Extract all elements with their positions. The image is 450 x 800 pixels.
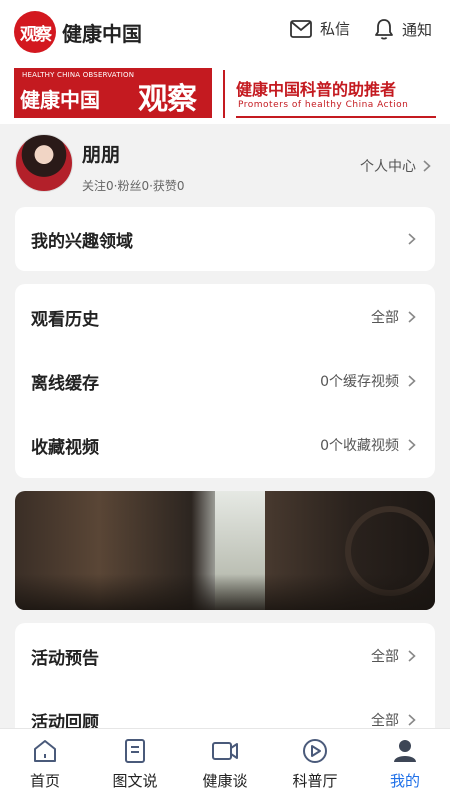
play-circle-icon: [303, 739, 327, 763]
event-preview-label: 活动预告: [31, 648, 99, 669]
avatar[interactable]: [15, 134, 73, 192]
user-icon: [394, 740, 416, 762]
chevron-right-icon: [408, 311, 416, 323]
nav-science-hall-label: 科普厅: [292, 772, 338, 790]
mail-icon: [290, 19, 312, 38]
app-logo: 观察: [14, 11, 56, 53]
document-icon: [125, 739, 145, 763]
nav-mine[interactable]: 我的: [360, 729, 450, 800]
messages-label: 私信: [320, 20, 351, 38]
event-preview-value: 全部: [371, 649, 399, 665]
nav-science-hall[interactable]: 科普厅: [270, 729, 360, 800]
promo-ground: [15, 574, 435, 610]
banner-logo-block: HEALTHY CHINA OBSERVATION 健康中国 观察: [14, 68, 212, 118]
messages-button[interactable]: 私信: [290, 18, 350, 39]
nav-mine-label: 我的: [389, 772, 420, 790]
watch-history-label: 观看历史: [31, 309, 99, 330]
interest-row[interactable]: 我的兴趣领域: [15, 207, 435, 271]
brand-banner[interactable]: HEALTHY CHINA OBSERVATION 健康中国 观察 健康中国科普…: [0, 62, 450, 124]
video-camera-icon: [212, 742, 238, 760]
personal-center-link[interactable]: 个人中心: [360, 156, 434, 176]
notifications-label: 通知: [402, 20, 433, 39]
event-review-value: 全部: [371, 713, 399, 729]
history-card: 观看历史 全部 离线缓存 0个缓存视频 收藏视频 0个收藏视频: [15, 284, 435, 478]
home-icon: [34, 740, 56, 762]
chevron-right-icon: [408, 375, 416, 387]
interest-label: 我的兴趣领域: [31, 231, 133, 252]
watch-history-row[interactable]: 观看历史 全部: [15, 285, 435, 349]
bottom-nav: 首页 图文说 健康谈 科普厅 我的: [0, 728, 450, 800]
banner-underline: [236, 116, 436, 118]
nav-health-talk[interactable]: 健康谈: [180, 729, 270, 800]
saved-videos-row[interactable]: 收藏视频 0个收藏视频: [15, 413, 435, 477]
offline-cache-label: 离线缓存: [31, 373, 99, 394]
app-title: 健康中国: [62, 22, 142, 46]
top-bar: 观察 健康中国 私信 通知: [0, 0, 450, 62]
nav-health-talk-label: 健康谈: [202, 772, 248, 790]
interest-card: 我的兴趣领域: [15, 207, 435, 271]
offline-cache-row[interactable]: 离线缓存 0个缓存视频: [15, 349, 435, 413]
profile-stats: 关注0·粉丝0·获赞0: [82, 179, 185, 193]
saved-videos-label: 收藏视频: [31, 437, 99, 458]
banner-slogan-en: Promoters of healthy China Action: [238, 100, 409, 110]
banner-word: 观察: [138, 82, 197, 117]
profile-section: 朋朋 关注0·粉丝0·获赞0 个人中心: [0, 124, 450, 200]
personal-center-label: 个人中心: [360, 159, 416, 175]
banner-tagline: HEALTHY CHINA OBSERVATION: [22, 71, 135, 79]
nav-home[interactable]: 首页: [0, 729, 90, 800]
nav-home-label: 首页: [29, 772, 60, 790]
chevron-right-icon: [408, 714, 416, 726]
saved-videos-value: 0个收藏视频: [320, 438, 399, 454]
watch-history-value: 全部: [371, 310, 399, 326]
notifications-button[interactable]: 通知: [374, 18, 432, 40]
chevron-right-icon: [408, 439, 416, 451]
banner-slogan: 健康中国科普的助推者: [236, 80, 397, 99]
promo-image[interactable]: [15, 491, 435, 610]
chevron-right-icon: [423, 160, 431, 172]
chevron-right-icon: [408, 650, 416, 662]
banner-name: 健康中国: [20, 88, 100, 112]
banner-divider: [223, 70, 225, 118]
chevron-right-icon: [408, 233, 416, 245]
bell-icon: [375, 19, 393, 40]
offline-cache-value: 0个缓存视频: [320, 374, 399, 390]
profile-name: 朋朋: [82, 144, 121, 166]
nav-articles-label: 图文说: [112, 772, 158, 790]
nav-articles[interactable]: 图文说: [90, 729, 180, 800]
event-preview-row[interactable]: 活动预告 全部: [15, 624, 435, 688]
